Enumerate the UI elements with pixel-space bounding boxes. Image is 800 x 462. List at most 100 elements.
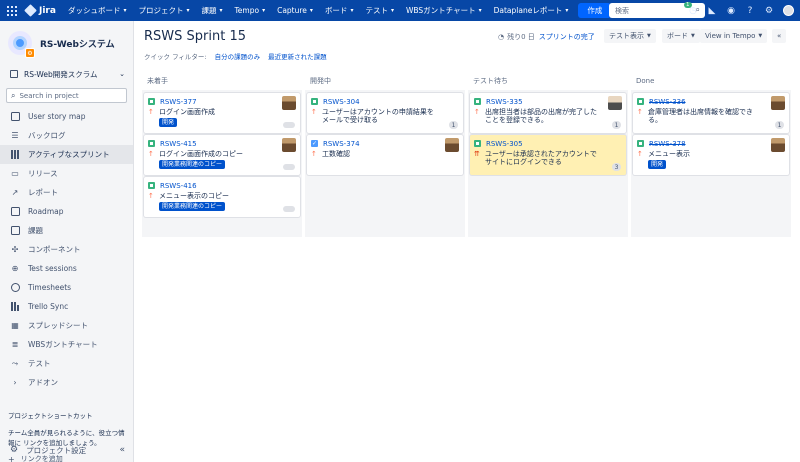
sidebar-item-backlog[interactable]: ☰ バックログ [0, 126, 133, 145]
complete-sprint-button[interactable]: スプリントの完了 [539, 32, 595, 42]
trello-icon [10, 302, 20, 312]
nav-icon-group: ◷ 1 ◣ ◉ ? ⚙ [684, 0, 794, 21]
nav-tempo[interactable]: Tempo ▾ [229, 0, 272, 21]
story-icon [474, 140, 481, 147]
issue-key[interactable]: RSWS-374 [323, 140, 360, 148]
issue-key[interactable]: RSWS-416 [160, 182, 197, 190]
assignee-avatar [445, 138, 459, 152]
issue-key[interactable]: RSWS-377 [160, 98, 197, 106]
issue-key[interactable]: RSWS-305 [486, 140, 523, 148]
view-in-tempo-button[interactable]: View in Tempo ▼ [700, 29, 768, 43]
issue-key[interactable]: RSWS-336 [649, 98, 686, 106]
priority-up-icon: ↑ [148, 150, 154, 158]
assignee-avatar [771, 138, 785, 152]
issue-summary: 工数確認 [322, 150, 350, 158]
column-header: 開発中 [305, 71, 465, 90]
issue-key[interactable]: RSWS-335 [486, 98, 523, 106]
nav-dashboard[interactable]: ダッシュボード ▾ [62, 0, 133, 21]
test-icon: ⤳ [11, 358, 19, 368]
create-button[interactable]: 作成 [578, 3, 612, 18]
settings-icon[interactable]: ⚙ [764, 6, 774, 16]
components-icon: ✣ [11, 245, 19, 254]
sidebar-item-test-sessions[interactable]: ⊕ Test sessions [0, 259, 133, 278]
sidebar-item-roadmap[interactable]: Roadmap [0, 202, 133, 221]
issue-card[interactable]: RSWS-336 ↑ 倉庫管理者は出席情報を確認できる。 1 [633, 93, 789, 133]
issues-icon [10, 226, 20, 236]
shortcut-heading: プロジェクトショートカット [8, 412, 93, 420]
assignee-avatar [282, 96, 296, 110]
chevron-down-icon: ▾ [309, 7, 313, 14]
column-header: Done [631, 71, 791, 90]
gear-icon: ⚙ [10, 445, 19, 455]
nav-capture[interactable]: Capture ▾ [271, 0, 319, 21]
issue-card[interactable]: RSWS-415 ↑ ログイン画面作成のコピー 開発業務関連のコピー [144, 135, 300, 175]
view-dropdown-button[interactable]: テスト表示 ▼ [604, 29, 656, 43]
collapse-icon: « [777, 32, 782, 40]
user-avatar[interactable] [783, 5, 794, 16]
sidebar-item-releases[interactable]: ▭ リリース [0, 164, 133, 183]
priority-up-icon: ↑ [148, 108, 154, 116]
chevron-down-icon: ▾ [565, 7, 569, 14]
announcement-icon[interactable]: ◣ [707, 6, 717, 16]
chevron-down-icon: ▾ [219, 7, 223, 14]
bell-icon[interactable]: ◉ [726, 6, 736, 16]
quick-filter-recently-updated[interactable]: 最近更新された課題 [268, 51, 327, 61]
issue-card[interactable]: RSWS-378 ↑ メニュー表示 開発 [633, 135, 789, 175]
project-search-input[interactable]: ⌕ Search in project [6, 88, 127, 103]
project-settings[interactable]: ⚙ プロジェクト設定 « [0, 438, 133, 462]
fullscreen-button[interactable]: « [772, 29, 787, 43]
column-body: RSWS-335 ↑ 出席担当者は部品の出席が完了したことを登録できる。 1 RS… [468, 90, 628, 237]
chevron-down-icon: ⌄ [119, 70, 125, 78]
roadmap-icon [10, 207, 20, 217]
issue-card[interactable]: RSWS-377 ↑ ログイン画面作成 開発 [144, 93, 300, 133]
issue-summary: ユーザーはアカウントの申請結果をメールで受け取る [322, 108, 434, 124]
sidebar-item-addons[interactable]: › アドオン [0, 373, 133, 392]
priority-up-icon: ↑ [474, 108, 480, 116]
board-selector[interactable]: RS-Web開発スクラム ⌄ [0, 65, 133, 83]
sidebar-item-issues[interactable]: 課題 [0, 221, 133, 240]
nav-boards[interactable]: ボード ▾ [319, 0, 360, 21]
issue-card[interactable]: RSWS-304 ↑ ユーザーはアカウントの申請結果をメールで受け取る 1 [307, 93, 463, 133]
nav-issues[interactable]: 課題 ▾ [195, 0, 228, 21]
notifications-icon[interactable]: ◷ 1 [684, 1, 698, 16]
subtask-count: 3 [612, 163, 621, 171]
issue-key[interactable]: RSWS-378 [649, 140, 686, 148]
quick-filter-my-issues[interactable]: 自分の課題のみ [215, 51, 261, 61]
page-title: RSWS Sprint 15 [144, 29, 246, 44]
collapse-sidebar-icon[interactable]: « [119, 445, 125, 455]
sidebar-item-timesheets[interactable]: Timesheets [0, 278, 133, 297]
issue-summary: メニュー表示 [648, 150, 690, 158]
estimate-pill [283, 122, 295, 128]
sidebar-item-tests[interactable]: ⤳ テスト [0, 354, 133, 373]
project-type-icon: ⚙ [25, 48, 35, 58]
issue-card[interactable]: RSWS-416 ↑ メニュー表示のコピー 開発業務関連のコピー [144, 177, 300, 217]
issue-card-flagged[interactable]: RSWS-305 ⇈ ユーザーは承認されたアカウントでサイトにログインできる 3 [470, 135, 626, 175]
issue-summary: メニュー表示のコピー [159, 192, 229, 200]
nav-wbs-gantt[interactable]: WBSガントチャート ▾ [400, 0, 488, 21]
epic-badge: 開発業務関連のコピー [159, 202, 226, 211]
sidebar-item-active-sprint[interactable]: アクティブなスプリント [0, 145, 133, 164]
issue-key[interactable]: RSWS-304 [323, 98, 360, 106]
estimate-pill [283, 206, 295, 212]
issue-card[interactable]: ✓ RSWS-374 ↑ 工数確認 [307, 135, 463, 175]
app-switcher-icon[interactable] [6, 5, 18, 17]
chevron-down-icon: ▾ [478, 7, 482, 14]
board-dropdown-button[interactable]: ボード ▼ [662, 29, 700, 43]
timesheets-icon [10, 283, 20, 293]
subtask-count: 1 [612, 121, 621, 129]
jira-logo[interactable]: Jira [24, 4, 56, 17]
sidebar-item-trello-sync[interactable]: Trello Sync [0, 297, 133, 316]
issue-key[interactable]: RSWS-415 [160, 140, 197, 148]
sidebar-item-reports[interactable]: ↗ レポート [0, 183, 133, 202]
sidebar-item-spreadsheet[interactable]: ▦ スプレッドシート [0, 316, 133, 335]
nav-dataplane[interactable]: Dataplaneレポート ▾ [488, 0, 575, 21]
nav-tests[interactable]: テスト ▾ [359, 0, 400, 21]
sidebar-item-user-story-map[interactable]: User story map [0, 107, 133, 126]
project-header[interactable]: ⚙ RS-Webシステム [0, 21, 133, 58]
issue-card[interactable]: RSWS-335 ↑ 出席担当者は部品の出席が完了したことを登録できる。 1 [470, 93, 626, 133]
sidebar-item-components[interactable]: ✣ コンポーネント [0, 240, 133, 259]
chevron-down-icon: ▾ [390, 7, 394, 14]
nav-projects[interactable]: プロジェクト ▾ [132, 0, 195, 21]
sidebar-item-wbs-gantt[interactable]: ≣ WBSガントチャート [0, 335, 133, 354]
help-icon[interactable]: ? [745, 6, 755, 16]
